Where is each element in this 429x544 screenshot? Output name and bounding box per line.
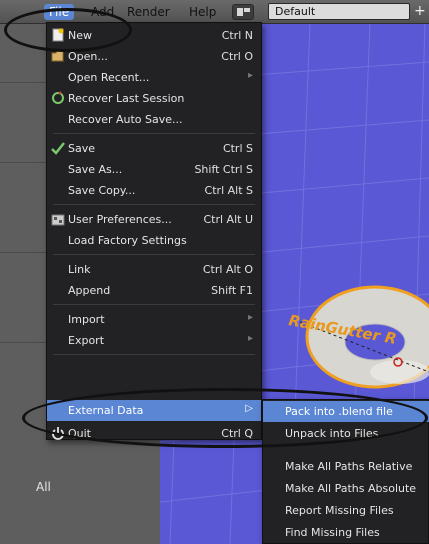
menu-help[interactable]: Help — [184, 4, 221, 20]
menu-separator — [53, 254, 255, 255]
submenu-item-make-paths-relative[interactable]: Make All Paths Relative — [263, 456, 429, 477]
shortcut-label: Ctrl O — [221, 50, 253, 63]
annotation-ellipse-file-menu — [4, 8, 132, 52]
screen-layout-icon[interactable] — [232, 4, 254, 20]
submenu-arrow-icon: ▸ — [247, 312, 253, 323]
filter-all-label: All — [36, 480, 51, 494]
checkmark-icon — [51, 141, 65, 155]
menu-item-export[interactable]: Export ▸ — [47, 330, 261, 351]
screen-layout-field[interactable]: Default — [268, 3, 410, 20]
shortcut-label: Ctrl S — [222, 142, 253, 155]
menu-separator — [53, 304, 255, 305]
submenu-arrow-icon: ▸ — [247, 70, 253, 81]
submenu-item-label: Make All Paths Relative — [285, 460, 413, 473]
menu-item-label: Save As... — [68, 163, 123, 176]
recover-icon — [51, 91, 65, 105]
menu-item-label: Append — [68, 284, 111, 297]
submenu-item-label: Make All Paths Absolute — [285, 482, 417, 495]
menu-item-user-preferences[interactable]: User Preferences... Ctrl Alt U — [47, 209, 261, 230]
menu-separator — [53, 133, 255, 134]
menu-item-label: Open Recent... — [68, 71, 150, 84]
menu-item-label: Open... — [68, 50, 108, 63]
menu-item-label: Export — [68, 334, 105, 347]
shortcut-label: Shift Ctrl S — [194, 163, 253, 176]
menu-separator — [53, 354, 255, 355]
annotation-ellipse-external-data — [22, 388, 428, 448]
menu-item-save-as[interactable]: Save As... Shift Ctrl S — [47, 159, 261, 180]
submenu-item-label: Report Missing Files — [285, 504, 394, 517]
file-menu: New Ctrl N Open... Ctrl O Open Recent...… — [46, 22, 262, 440]
menu-item-append[interactable]: Append Shift F1 — [47, 280, 261, 301]
menu-item-recover-last-session[interactable]: Recover Last Session — [47, 88, 261, 109]
submenu-item-report-missing-files[interactable]: Report Missing Files — [263, 500, 429, 521]
menu-item-label: Load Factory Settings — [68, 234, 187, 247]
shortcut-label: Ctrl N — [221, 29, 253, 42]
menu-render[interactable]: Render — [122, 4, 175, 20]
shortcut-label: Ctrl Alt U — [203, 213, 253, 226]
add-layout-button[interactable]: + — [414, 4, 429, 20]
submenu-item-label: Find Missing Files — [285, 526, 380, 539]
shortcut-label: Shift F1 — [211, 284, 253, 297]
menu-item-link[interactable]: Link Ctrl Alt O — [47, 259, 261, 280]
menu-item-label: Link — [68, 263, 91, 276]
menu-item-label: Recover Last Session — [68, 92, 185, 105]
submenu-arrow-icon: ▸ — [247, 333, 253, 344]
submenu-item-find-missing-files[interactable]: Find Missing Files — [263, 522, 429, 543]
preferences-icon — [51, 212, 65, 226]
shortcut-label: Ctrl Alt S — [204, 184, 253, 197]
menu-item-load-factory-settings[interactable]: Load Factory Settings — [47, 230, 261, 251]
menu-item-label: Save — [68, 142, 96, 155]
menu-item-label: Recover Auto Save... — [68, 113, 183, 126]
shortcut-label: Ctrl Alt O — [202, 263, 253, 276]
menu-item-label: Save Copy... — [68, 184, 136, 197]
menu-separator — [53, 204, 255, 205]
menu-item-recover-auto-save[interactable]: Recover Auto Save... — [47, 109, 261, 130]
menu-item-label: User Preferences... — [68, 213, 172, 226]
menu-item-label: Import — [68, 313, 105, 326]
menu-item-save[interactable]: Save Ctrl S — [47, 138, 261, 159]
menu-item-save-copy[interactable]: Save Copy... Ctrl Alt S — [47, 180, 261, 201]
submenu-item-make-paths-absolute[interactable]: Make All Paths Absolute — [263, 478, 429, 499]
menu-item-import[interactable]: Import ▸ — [47, 309, 261, 330]
menu-item-open-recent[interactable]: Open Recent... ▸ — [47, 67, 261, 88]
